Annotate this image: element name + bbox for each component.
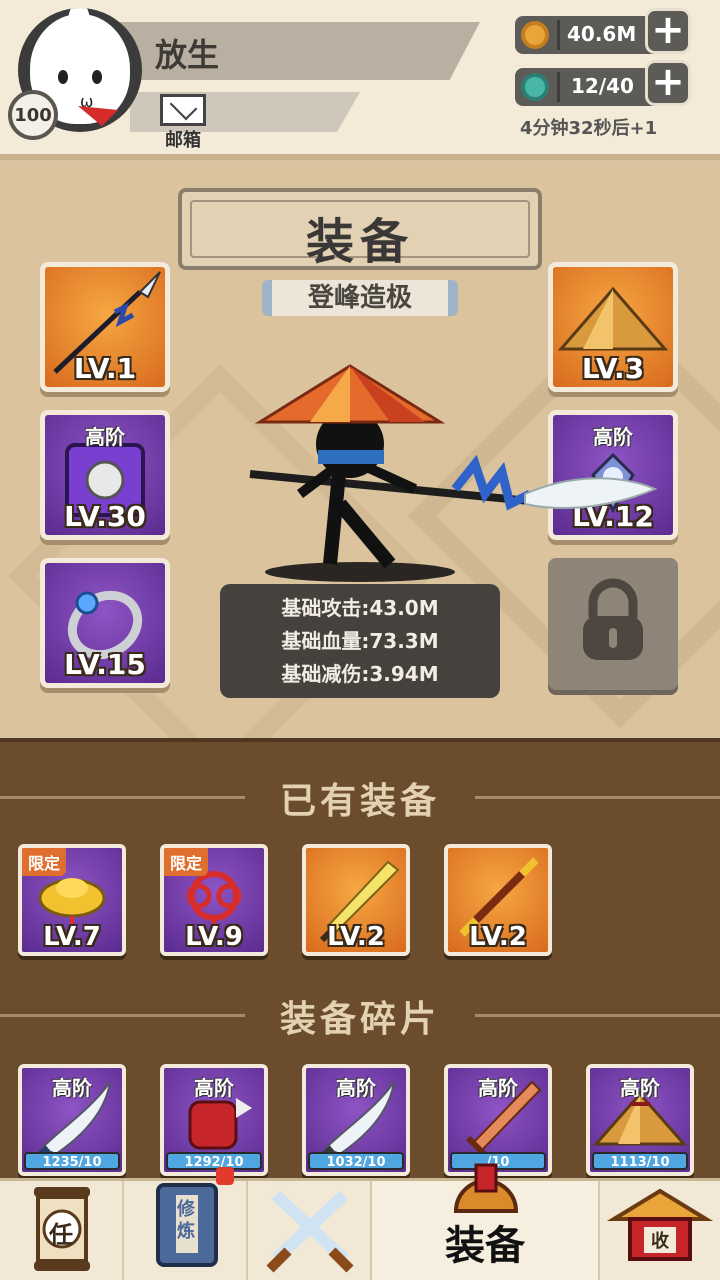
owned-equipment-title: 已有装备 <box>279 781 440 822</box>
ring-slot[interactable]: LV.15 <box>40 558 170 688</box>
fragments-title: 装备碎片 <box>279 999 440 1040</box>
player-level-badge: 100 <box>8 90 58 140</box>
armor-slot[interactable]: 高阶 LV.30 <box>40 410 170 540</box>
stamina-timer: 4分钟32秒后+1 <box>520 118 658 139</box>
crossed-swords-icon <box>266 1190 354 1273</box>
coin-separator <box>557 20 560 50</box>
slot-tier: 高阶 <box>85 425 125 449</box>
avatar-eye <box>58 70 68 84</box>
hero-character <box>249 364 658 582</box>
item-level: LV.7 <box>43 922 101 952</box>
stat-hp: 基础血量:73.3M <box>281 629 439 653</box>
stat-damage-reduction: 基础减伤:3.94M <box>281 662 439 686</box>
fragment-item[interactable]: 高阶 1113/10 <box>586 1064 694 1176</box>
notification-dot <box>216 1167 234 1185</box>
fragment-progress: 1235/10 <box>24 1152 120 1170</box>
fragment-item[interactable]: 高阶 1235/10 <box>18 1064 126 1176</box>
owned-item-knot[interactable]: 限定 LV.9 <box>160 844 268 956</box>
stamina-gem-icon <box>521 73 549 101</box>
mail-icon <box>160 94 206 126</box>
fragment-tier: 高阶 <box>336 1076 376 1100</box>
limited-badge: 限定 <box>22 848 67 876</box>
bottom-nav: 任 修炼 装备 收 <box>0 1163 720 1280</box>
owned-item-ingot[interactable]: 限定 LV.7 <box>18 844 126 956</box>
fragment-item[interactable]: 高阶 1292/10 <box>160 1064 268 1176</box>
slot-level: LV.30 <box>64 500 146 533</box>
coin-icon <box>521 21 549 49</box>
owned-item-staff[interactable]: LV.2 <box>444 844 552 956</box>
add-coins-button[interactable]: + <box>645 8 691 54</box>
fragment-tier: 高阶 <box>620 1076 660 1100</box>
nav-cultivate-label: 修炼 <box>177 1199 195 1242</box>
fragment-tier: 高阶 <box>194 1076 234 1100</box>
equipment-panel: 装备 登峰造极 LV.1 高阶 LV.30 LV.15 LV.3 高阶 LV.1… <box>0 166 720 789</box>
item-level: LV.2 <box>469 922 527 952</box>
limited-badge: 限定 <box>164 848 209 876</box>
fragment-progress: 1113/10 <box>592 1152 688 1170</box>
stamina-counter: 12/40 + <box>515 60 691 106</box>
equip-title-frame: 装备 <box>178 188 542 270</box>
nav-equipment-label: 装备 <box>445 1223 525 1269</box>
owned-item-golden-sword[interactable]: LV.2 <box>302 844 410 956</box>
fragment-progress: 1292/10 <box>166 1152 262 1170</box>
weapon-slot[interactable]: LV.1 <box>40 262 170 392</box>
player-name: 放生 <box>155 36 220 74</box>
stamina-separator <box>557 72 560 102</box>
nav-battle[interactable] <box>248 1181 372 1280</box>
base-stats-panel: 基础攻击:43.0M 基础血量:73.3M 基础减伤:3.94M <box>220 584 500 698</box>
slot-level: LV.1 <box>73 352 137 385</box>
page-title: 装备 <box>305 214 414 270</box>
nav-tasks[interactable]: 任 <box>0 1181 124 1280</box>
stat-attack: 基础攻击:43.0M <box>281 596 439 620</box>
stamina-value: 12/40 <box>571 74 634 98</box>
nav-cultivate[interactable]: 修炼 <box>124 1167 248 1280</box>
mailbox-label: 邮箱 <box>165 130 201 151</box>
coin-counter: 40.6M + <box>515 8 691 54</box>
add-stamina-button[interactable]: + <box>645 60 691 106</box>
item-level: LV.9 <box>185 922 243 952</box>
nav-collect[interactable]: 收 <box>600 1181 720 1280</box>
realm-subtitle: 登峰造极 <box>262 280 458 316</box>
item-level: LV.2 <box>327 922 385 952</box>
inventory-panel: 已有装备 限定 LV.7 限定 LV.9 LV.2 LV.2 装备碎片 高阶 1… <box>0 738 720 1178</box>
coin-value: 40.6M <box>567 22 637 46</box>
fragment-tier: 高阶 <box>478 1076 518 1100</box>
nav-tasks-label: 任 <box>49 1221 73 1249</box>
avatar-eye <box>92 70 102 84</box>
top-bar: 放生 ω 100 邮箱 40.6M + 12/40 + 4分钟32秒后+1 <box>0 0 720 160</box>
nav-collect-label: 收 <box>651 1231 669 1252</box>
fragment-tier: 高阶 <box>52 1076 92 1100</box>
slot-level: LV.15 <box>64 648 146 681</box>
nav-equipment[interactable]: 装备 <box>372 1163 600 1280</box>
mailbox-button[interactable]: 邮箱 <box>158 94 208 151</box>
